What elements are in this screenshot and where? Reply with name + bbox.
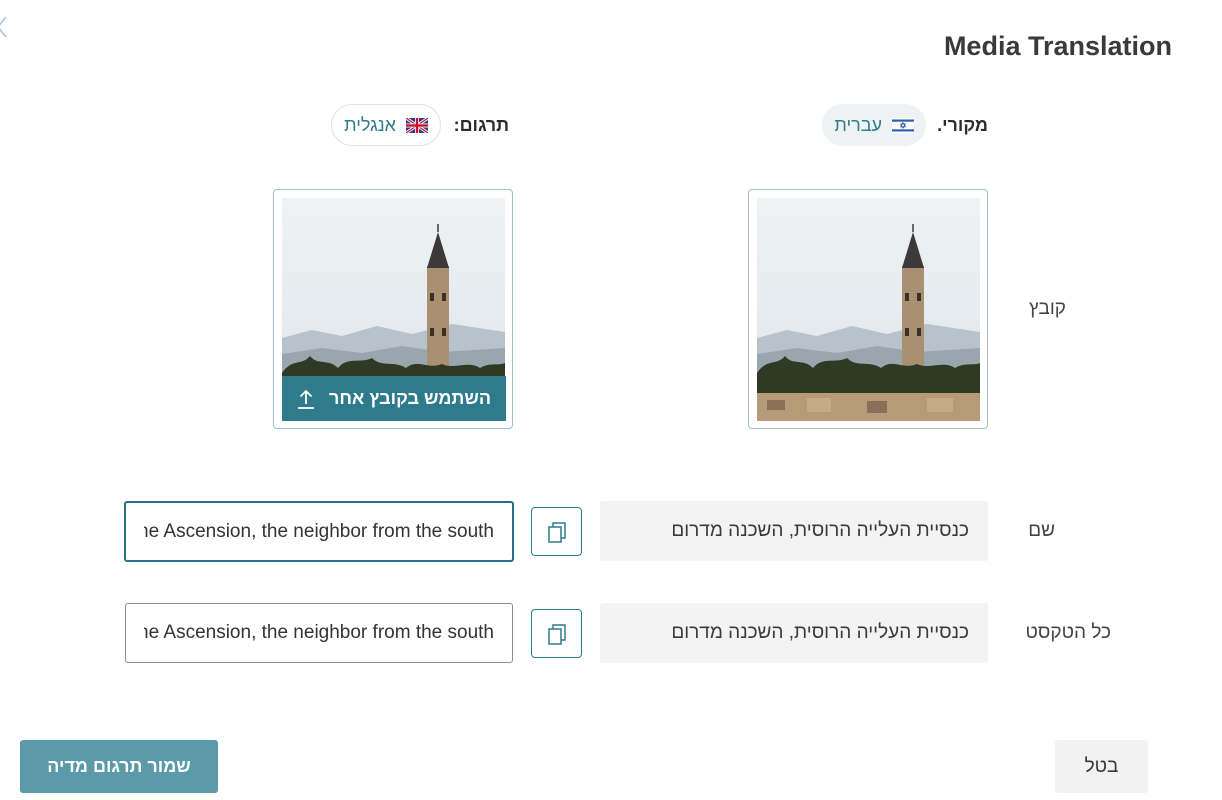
source-name-value: כנסיית העלייה הרוסית, השכנה מדרום (600, 501, 988, 561)
media-translation-dialog: Media Translation מקורי. עברית תרגום: אנ… (0, 0, 1222, 800)
file-row-label: קובץ (1028, 298, 1066, 319)
target-language-label: תרגום: (453, 115, 509, 135)
page-title: Media Translation (943, 31, 1172, 61)
target-language-selector[interactable]: אנגלית (331, 104, 441, 146)
source-image-thumbnail (757, 198, 980, 421)
target-language-name: אנגלית (344, 114, 396, 135)
copy-alltext-button[interactable] (531, 609, 582, 658)
chevron-left-icon[interactable] (0, 14, 12, 40)
name-row-label: שם (1028, 520, 1055, 541)
source-language-label: מקורי. (937, 115, 988, 135)
save-media-translation-button[interactable]: שמור תרגום מדיה (20, 740, 218, 793)
source-alltext-value: כנסיית העלייה הרוסית, השכנה מדרום (600, 603, 988, 663)
copy-icon (547, 623, 566, 645)
copy-name-button[interactable] (531, 507, 582, 556)
uk-flag-icon (406, 117, 428, 133)
use-another-file-label: השתמש בקובץ אחר (328, 388, 492, 408)
source-image-card (748, 189, 988, 429)
target-image-card: השתמש בקובץ אחר (273, 189, 513, 429)
upload-icon (297, 389, 314, 409)
alltext-row-label: כל הטקסט (1025, 622, 1111, 643)
cancel-button[interactable]: בטל (1055, 740, 1148, 793)
copy-icon (547, 521, 566, 543)
source-language-name: עברית (834, 114, 882, 135)
target-alltext-input[interactable] (125, 603, 513, 663)
source-language-selector[interactable]: עברית (822, 104, 926, 146)
use-another-file-button[interactable]: השתמש בקובץ אחר (282, 376, 506, 421)
israel-flag-icon (892, 117, 914, 133)
target-name-input[interactable] (124, 501, 514, 562)
